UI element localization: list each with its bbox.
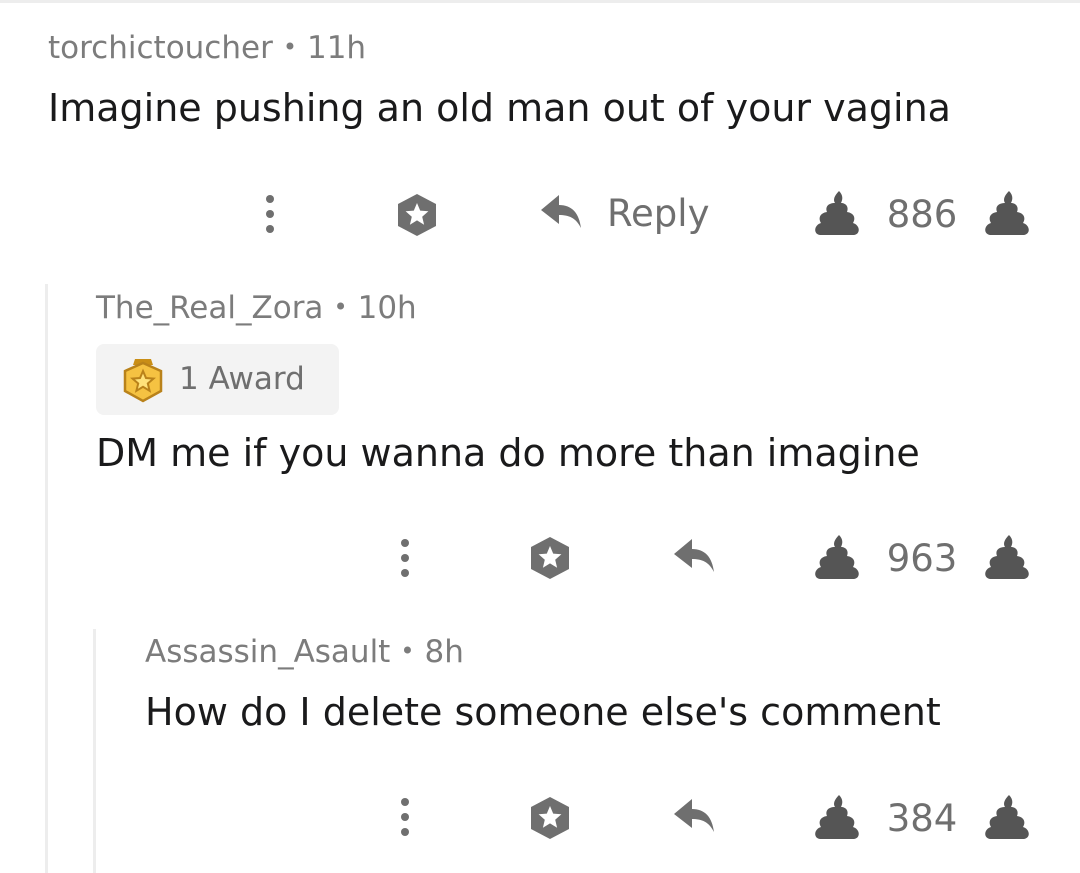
meta-separator: • [333, 293, 348, 321]
reply-arrow-icon [541, 195, 581, 228]
comment-meta: Assassin_Asault • 8h [145, 637, 464, 668]
thread-line-level-1[interactable] [45, 284, 48, 873]
reply-arrow-icon[interactable] [672, 537, 716, 577]
reply-arrow-icon[interactable] [672, 797, 716, 837]
comment-age: 8h [424, 634, 464, 670]
author-name[interactable]: Assassin_Asault [145, 634, 390, 670]
comment-body: Imagine pushing an old man out of your v… [48, 86, 951, 130]
meta-separator: • [282, 33, 297, 61]
give-award-icon[interactable] [394, 192, 440, 238]
comment-meta: torchictoucher • 11h [48, 33, 366, 64]
more-options-icon[interactable] [393, 796, 417, 838]
more-options-icon[interactable] [393, 537, 417, 579]
meta-separator: • [400, 637, 415, 665]
poop-upvote-icon[interactable] [812, 794, 862, 840]
vote-score: 886 [886, 193, 958, 236]
comment-age: 11h [306, 30, 367, 66]
award-count-label: 1 Award [179, 361, 305, 397]
top-divider [0, 0, 1080, 3]
award-chip[interactable]: 1 Award [96, 344, 339, 415]
comment-body: DM me if you wanna do more than imagine [96, 431, 920, 475]
reply-button[interactable]: Reply [539, 193, 709, 233]
poop-upvote-icon[interactable] [812, 534, 862, 580]
give-award-icon[interactable] [527, 535, 573, 581]
thread-line-level-2[interactable] [93, 629, 96, 873]
vote-score: 963 [886, 537, 958, 580]
give-award-icon[interactable] [527, 795, 573, 841]
poop-downvote-icon[interactable] [982, 794, 1032, 840]
comment-age: 10h [357, 290, 417, 326]
author-name[interactable]: torchictoucher [48, 30, 273, 66]
more-options-icon[interactable] [258, 193, 282, 235]
award-badge-icon [123, 358, 163, 402]
author-name[interactable]: The_Real_Zora [96, 290, 323, 326]
poop-upvote-icon[interactable] [812, 190, 862, 236]
comment-meta: The_Real_Zora • 10h [96, 293, 417, 324]
comment-body: How do I delete someone else's comment [145, 690, 941, 734]
poop-downvote-icon[interactable] [982, 534, 1032, 580]
poop-downvote-icon[interactable] [982, 190, 1032, 236]
reply-label: Reply [607, 191, 710, 235]
vote-score: 384 [886, 797, 958, 840]
